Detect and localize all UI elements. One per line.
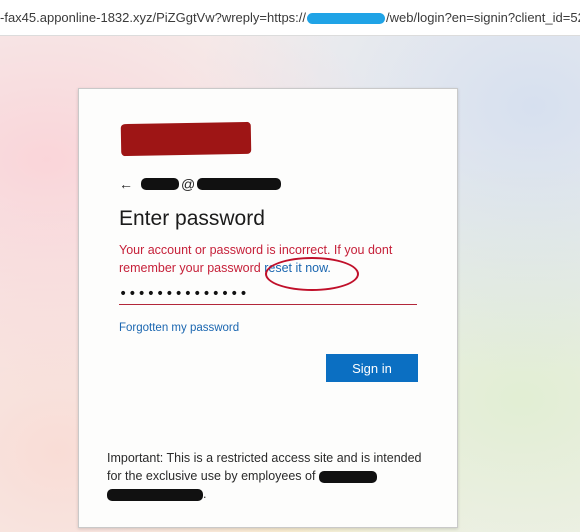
at-sign: @ bbox=[181, 176, 196, 192]
reset-password-link[interactable]: reset it now. bbox=[264, 261, 331, 275]
forgot-password-link[interactable]: Forgotten my password bbox=[119, 322, 239, 334]
login-card: ← @ Enter password Your account or passw… bbox=[78, 88, 458, 528]
url-prefix: -fax45.apponline-1832.xyz/PiZGgtVw?wrepl… bbox=[0, 10, 307, 25]
identity-row: ← @ bbox=[119, 175, 282, 193]
notice-end: . bbox=[203, 487, 207, 501]
password-field[interactable] bbox=[119, 283, 417, 305]
redacted-logo bbox=[120, 121, 252, 157]
error-text: Your account or password is incorrect. I… bbox=[119, 243, 393, 275]
redacted-username bbox=[141, 178, 179, 190]
url-text: -fax45.apponline-1832.xyz/PiZGgtVw?wrepl… bbox=[0, 10, 580, 25]
url-suffix: /web/login?en=signin?client_id=52325... bbox=[386, 10, 580, 25]
redacted-company-name bbox=[318, 470, 377, 483]
redacted-company-name-2 bbox=[107, 488, 203, 501]
restricted-access-notice: Important: This is a restricted access s… bbox=[107, 449, 437, 503]
address-bar[interactable]: -fax45.apponline-1832.xyz/PiZGgtVw?wrepl… bbox=[0, 0, 580, 36]
sign-in-button[interactable]: Sign in bbox=[326, 354, 418, 382]
back-arrow-icon[interactable]: ← bbox=[119, 176, 133, 192]
redacted-domain bbox=[307, 13, 386, 25]
error-message: Your account or password is incorrect. I… bbox=[119, 241, 439, 277]
page-title: Enter password bbox=[119, 207, 265, 230]
redacted-domain-name bbox=[197, 178, 282, 190]
